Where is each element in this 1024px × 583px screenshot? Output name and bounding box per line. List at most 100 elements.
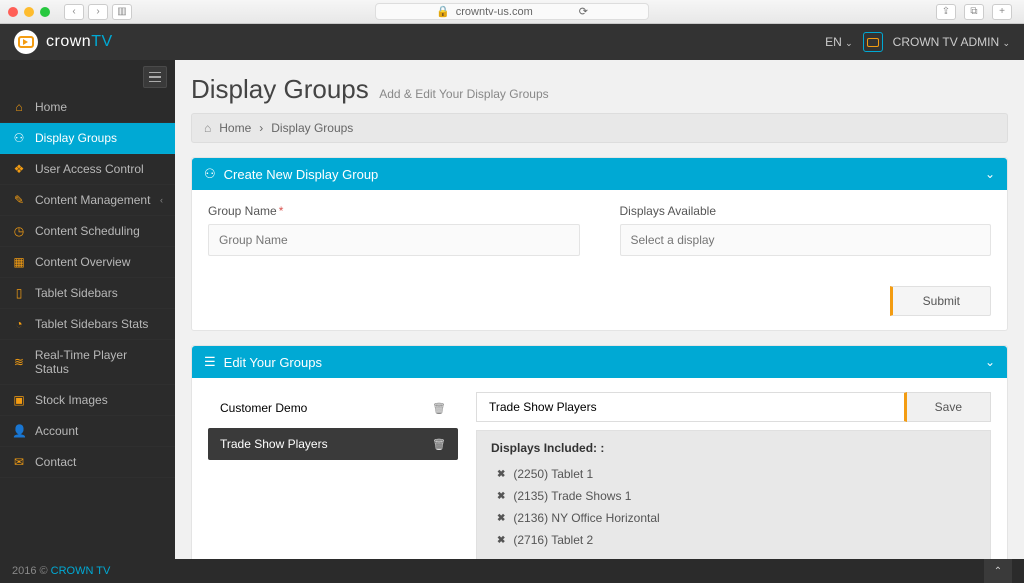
sidebar-item-label: Real-Time Player Status: [35, 348, 163, 376]
chevron-down-icon: ⌄: [985, 167, 995, 181]
mail-icon: ✉: [12, 455, 26, 469]
sidebar-item-content-mgmt[interactable]: ✎ Content Management ‹: [0, 185, 175, 216]
sidebar-item-account[interactable]: 👤 Account: [0, 416, 175, 447]
user-avatar-icon: [863, 32, 883, 52]
forward-button[interactable]: ›: [88, 4, 108, 20]
remove-icon[interactable]: ✖: [497, 513, 505, 524]
chevron-right-icon: ›: [259, 121, 263, 135]
included-display-item: ✖ (2136) NY Office Horizontal: [491, 507, 976, 529]
sidebar-item-realtime-status[interactable]: ≋ Real-Time Player Status: [0, 340, 175, 385]
breadcrumb: ⌂ Home › Display Groups: [191, 113, 1008, 143]
sidebar-item-home[interactable]: ⌂ Home: [0, 92, 175, 123]
sidebar-item-label: Display Groups: [35, 131, 117, 145]
brand-logo-icon: [14, 30, 38, 54]
home-icon: ⌂: [12, 100, 26, 114]
create-panel-header[interactable]: ⚇ Create New Display Group ⌄: [192, 158, 1007, 190]
sidebar-item-label: Home: [35, 100, 67, 114]
edit-icon: ✎: [12, 193, 26, 207]
group-item-customer-demo[interactable]: Customer Demo 🗑: [208, 392, 458, 424]
sidebar-item-label: Account: [35, 424, 78, 438]
clock-icon: ◷: [12, 224, 26, 238]
displays-included-box: Displays Included: : ✖ (2250) Tablet 1 ✖…: [476, 430, 991, 559]
group-item-label: Customer Demo: [220, 401, 307, 415]
sidebar-item-label: Tablet Sidebars: [35, 286, 118, 300]
sidebar-item-tablet-stats[interactable]: ◔ Tablet Sidebars Stats: [0, 309, 175, 340]
page-title: Display Groups: [191, 74, 369, 104]
share-icon[interactable]: ⇪: [936, 4, 956, 20]
footer-year: 2016 ©: [12, 565, 48, 577]
edit-panel-title: Edit Your Groups: [224, 355, 322, 370]
tablet-icon: ▯: [12, 286, 26, 300]
home-icon: ⌂: [204, 121, 211, 135]
mac-titlebar: ‹ › ▥ 🔒 crowntv-us.com ⟳ ⇪ ⧉ +: [0, 0, 1024, 24]
remove-icon[interactable]: ✖: [497, 535, 505, 546]
footer-brand-link[interactable]: CROWN TV: [51, 565, 111, 577]
included-display-label: (2136) NY Office Horizontal: [513, 511, 659, 525]
displays-available-select[interactable]: [620, 224, 992, 256]
user-menu[interactable]: CROWN TV ADMIN ⌄: [893, 35, 1010, 49]
hamburger-icon[interactable]: [143, 66, 167, 88]
sidebar-item-content-overview[interactable]: ▦ Content Overview: [0, 247, 175, 278]
trash-icon[interactable]: 🗑: [432, 402, 446, 415]
displays-available-label: Displays Available: [620, 204, 992, 218]
brand-text-a: crown: [46, 33, 91, 51]
new-tab-icon[interactable]: +: [992, 4, 1012, 20]
sidebar-item-label: Stock Images: [35, 393, 108, 407]
scroll-to-top-button[interactable]: ⌃: [984, 559, 1012, 583]
minimize-window-icon[interactable]: [24, 7, 34, 17]
zoom-window-icon[interactable]: [40, 7, 50, 17]
edit-panel: ☰ Edit Your Groups ⌄ Customer Demo 🗑 Tra…: [191, 345, 1008, 559]
edit-panel-header[interactable]: ☰ Edit Your Groups ⌄: [192, 346, 1007, 378]
sidebar-item-display-groups[interactable]: ⚇ Display Groups: [0, 123, 175, 154]
create-panel-title: Create New Display Group: [224, 167, 379, 182]
chart-icon: ◔: [12, 317, 26, 331]
save-button[interactable]: Save: [907, 392, 991, 422]
breadcrumb-home[interactable]: Home: [219, 121, 251, 135]
trash-icon[interactable]: 🗑: [432, 438, 446, 451]
included-display-label: (2135) Trade Shows 1: [513, 489, 631, 503]
sidebar-item-contact[interactable]: ✉ Contact: [0, 447, 175, 478]
brand-text-b: TV: [91, 33, 112, 51]
displays-included-title: Displays Included: :: [491, 441, 976, 455]
sidebar-item-user-access[interactable]: ❖ User Access Control: [0, 154, 175, 185]
chevron-down-icon: ⌄: [985, 355, 995, 369]
sidebar-item-tablet-sidebars[interactable]: ▯ Tablet Sidebars: [0, 278, 175, 309]
group-name-label: Group Name*: [208, 204, 580, 218]
group-item-trade-show[interactable]: Trade Show Players 🗑: [208, 428, 458, 460]
main-content: Display Groups Add & Edit Your Display G…: [175, 60, 1024, 559]
image-icon: ▣: [12, 393, 26, 407]
included-display-item: ✖ (2250) Tablet 1: [491, 463, 976, 485]
sidebar-item-stock-images[interactable]: ▣ Stock Images: [0, 385, 175, 416]
tabs-icon[interactable]: ⧉: [964, 4, 984, 20]
remove-icon[interactable]: ✖: [497, 491, 505, 502]
pulse-icon: ≋: [12, 355, 26, 369]
sidebar-item-label: Contact: [35, 455, 76, 469]
group-name-input[interactable]: [208, 224, 580, 256]
create-panel: ⚇ Create New Display Group ⌄ Group Name*…: [191, 157, 1008, 331]
close-window-icon[interactable]: [8, 7, 18, 17]
sidebar-item-label: Tablet Sidebars Stats: [35, 317, 148, 331]
chevron-down-icon: ⌄: [845, 38, 853, 48]
reload-icon[interactable]: ⟳: [579, 5, 588, 18]
footer: 2016 © CROWN TV ⌃: [0, 559, 1024, 583]
sidebar-item-content-sched[interactable]: ◷ Content Scheduling: [0, 216, 175, 247]
calendar-icon: ▦: [12, 255, 26, 269]
chevron-left-icon: ‹: [160, 195, 163, 205]
sidebar-item-label: Content Overview: [35, 255, 130, 269]
address-bar[interactable]: 🔒 crowntv-us.com ⟳: [375, 3, 649, 20]
group-item-label: Trade Show Players: [220, 437, 328, 451]
sidebar-item-label: Content Management: [35, 193, 150, 207]
lock-icon: 🔒: [436, 5, 450, 18]
sidebar-item-label: User Access Control: [35, 162, 144, 176]
sitemap-icon: ⚇: [12, 131, 26, 145]
back-button[interactable]: ‹: [64, 4, 84, 20]
sidebar: ⌂ Home ⚇ Display Groups ❖ User Access Co…: [0, 60, 175, 559]
submit-button[interactable]: Submit: [890, 286, 991, 316]
sidebar-toggle-icon[interactable]: ▥: [112, 4, 132, 20]
language-selector[interactable]: EN ⌄: [825, 35, 853, 49]
app-header: crownTV EN ⌄ CROWN TV ADMIN ⌄: [0, 24, 1024, 60]
group-list: Customer Demo 🗑 Trade Show Players 🗑: [208, 392, 458, 559]
group-name-edit-input[interactable]: [476, 392, 907, 422]
remove-icon[interactable]: ✖: [497, 469, 505, 480]
url-text: crowntv-us.com: [456, 6, 533, 18]
